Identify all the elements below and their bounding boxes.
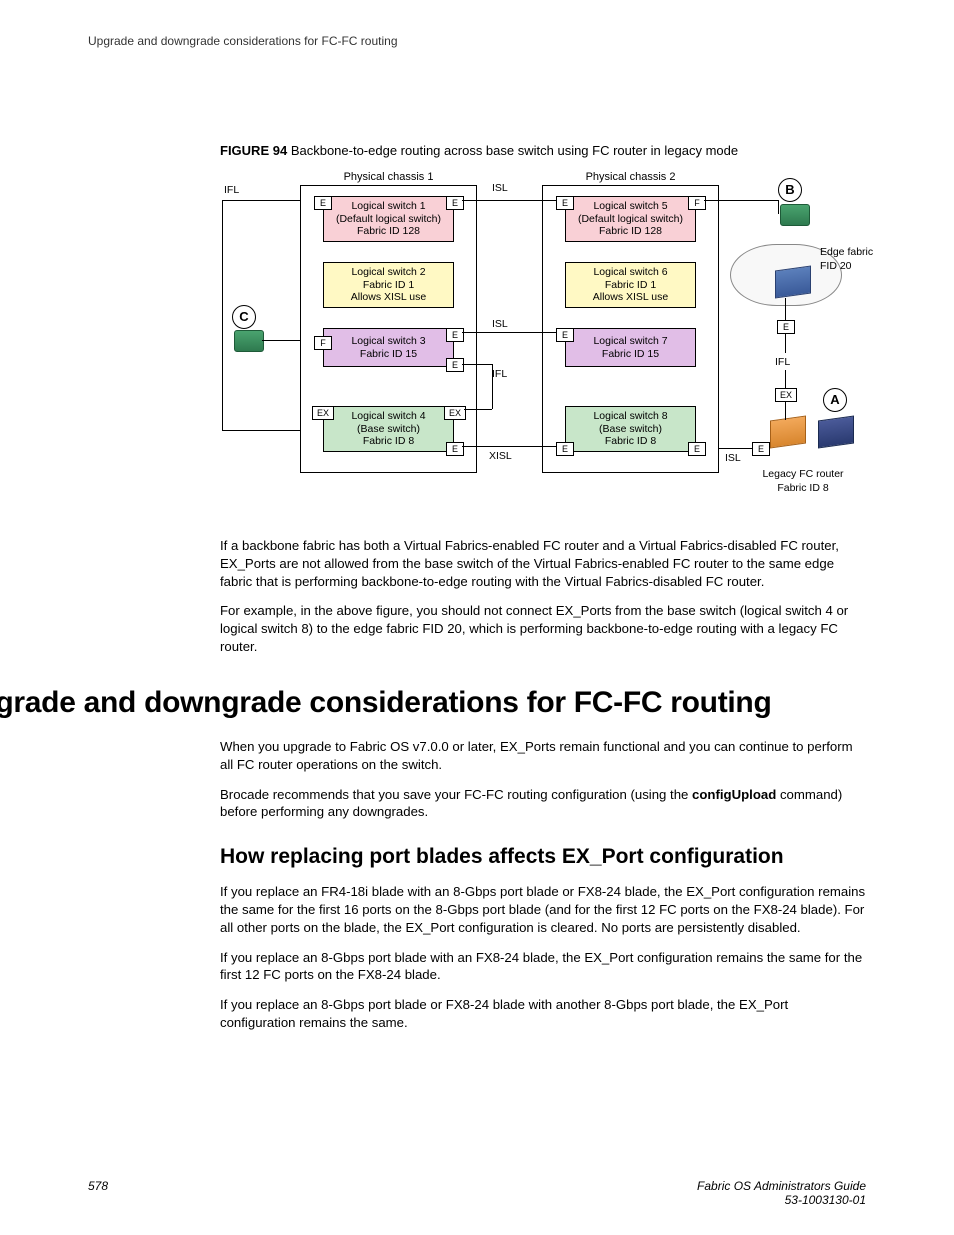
ls3-line1: Logical switch 3 bbox=[324, 335, 453, 348]
page-footer: 578 Fabric OS Administrators Guide 53-10… bbox=[88, 1179, 866, 1207]
legacy-label-2: Fabric ID 8 bbox=[748, 482, 858, 494]
section-content: When you upgrade to Fabric OS v7.0.0 or … bbox=[220, 738, 866, 1032]
chassis-1: Physical chassis 1 Logical switch 1 (Def… bbox=[300, 185, 477, 473]
ls8-line3: Fabric ID 8 bbox=[566, 435, 695, 448]
device-edge-switch bbox=[775, 265, 811, 298]
device-stack-b bbox=[780, 204, 810, 226]
ls1-line1: Logical switch 1 bbox=[324, 200, 453, 213]
port-e: E bbox=[446, 442, 464, 456]
link-ifl-left: IFL bbox=[224, 184, 239, 196]
port-e: E bbox=[446, 358, 464, 372]
footer-doc-info: Fabric OS Administrators Guide 53-100313… bbox=[697, 1179, 866, 1207]
ls4-line3: Fabric ID 8 bbox=[324, 435, 453, 448]
p2-command: configUpload bbox=[692, 787, 776, 802]
port-e: E bbox=[446, 196, 464, 210]
edge-fabric-label-2: FID 20 bbox=[820, 260, 880, 272]
legacy-label-1: Legacy FC router bbox=[748, 468, 858, 480]
device-legacy-router-2 bbox=[818, 415, 854, 448]
ls6-line1: Logical switch 6 bbox=[566, 266, 695, 279]
diagram-canvas: IFL C Physical chassis 1 Logical switch … bbox=[220, 170, 860, 515]
logical-switch-5: Logical switch 5 (Default logical switch… bbox=[565, 196, 696, 242]
ls7-line1: Logical switch 7 bbox=[566, 335, 695, 348]
device-legacy-router-1 bbox=[770, 415, 806, 448]
link-isl-right: ISL bbox=[725, 452, 741, 464]
footer-doc-title: Fabric OS Administrators Guide bbox=[697, 1179, 866, 1193]
port-e-legacy: E bbox=[752, 442, 770, 456]
running-header: Upgrade and downgrade considerations for… bbox=[88, 34, 866, 48]
chassis-2: Physical chassis 2 Logical switch 5 (Def… bbox=[542, 185, 719, 473]
ls4-line2: (Base switch) bbox=[324, 423, 453, 436]
link-xisl: XISL bbox=[489, 450, 512, 462]
ls2-line1: Logical switch 2 bbox=[324, 266, 453, 279]
port-f: F bbox=[314, 336, 332, 350]
footer-doc-id: 53-1003130-01 bbox=[697, 1193, 866, 1207]
logical-switch-4: Logical switch 4 (Base switch) Fabric ID… bbox=[323, 406, 454, 452]
port-f: F bbox=[688, 196, 706, 210]
section-paragraph-4: If you replace an 8-Gbps port blade with… bbox=[220, 949, 866, 985]
figure-diagram: IFL C Physical chassis 1 Logical switch … bbox=[220, 170, 866, 515]
port-e-ext: E bbox=[777, 320, 795, 334]
port-e: E bbox=[314, 196, 332, 210]
logical-switch-8: Logical switch 8 (Base switch) Fabric ID… bbox=[565, 406, 696, 452]
link-ifl-right: IFL bbox=[775, 356, 790, 368]
ls5-line3: Fabric ID 128 bbox=[566, 225, 695, 238]
ls3-line2: Fabric ID 15 bbox=[324, 348, 453, 361]
section-paragraph-3: If you replace an FR4-18i blade with an … bbox=[220, 883, 866, 936]
ls8-line2: (Base switch) bbox=[566, 423, 695, 436]
ls5-line2: (Default logical switch) bbox=[566, 213, 695, 226]
page-number: 578 bbox=[88, 1179, 108, 1207]
logical-switch-2: Logical switch 2 Fabric ID 1 Allows XISL… bbox=[323, 262, 454, 308]
link-isl-1: ISL bbox=[492, 182, 508, 194]
ls1-line3: Fabric ID 128 bbox=[324, 225, 453, 238]
edge-fabric-label-1: Edge fabric bbox=[820, 246, 880, 258]
logical-switch-3: Logical switch 3 Fabric ID 15 bbox=[323, 328, 454, 367]
logical-switch-1: Logical switch 1 (Default logical switch… bbox=[323, 196, 454, 242]
ls7-line2: Fabric ID 15 bbox=[566, 348, 695, 361]
figure-number: FIGURE 94 bbox=[220, 143, 287, 158]
section-heading: Upgrade and downgrade considerations for… bbox=[0, 686, 866, 720]
chassis-2-label: Physical chassis 2 bbox=[543, 171, 718, 183]
ls8-line1: Logical switch 8 bbox=[566, 410, 695, 423]
body-paragraph-1: If a backbone fabric has both a Virtual … bbox=[220, 537, 866, 590]
port-ex: EX bbox=[444, 406, 466, 420]
figure-caption-text: Backbone-to-edge routing across base swi… bbox=[291, 143, 738, 158]
section-paragraph-5: If you replace an 8-Gbps port blade or F… bbox=[220, 996, 866, 1032]
port-ex-ext: EX bbox=[775, 388, 797, 402]
body-paragraph-2: For example, in the above figure, you sh… bbox=[220, 602, 866, 655]
link-ifl-mid: IFL bbox=[492, 368, 507, 380]
marker-a: A bbox=[823, 388, 847, 412]
page: Upgrade and downgrade considerations for… bbox=[0, 0, 954, 1235]
port-e: E bbox=[556, 196, 574, 210]
logical-switch-7: Logical switch 7 Fabric ID 15 bbox=[565, 328, 696, 367]
section-paragraph-1: When you upgrade to Fabric OS v7.0.0 or … bbox=[220, 738, 866, 774]
section-paragraph-2: Brocade recommends that you save your FC… bbox=[220, 786, 866, 822]
port-e: E bbox=[556, 328, 574, 342]
marker-c: C bbox=[232, 305, 256, 329]
marker-b: B bbox=[778, 178, 802, 202]
p2-part-a: Brocade recommends that you save your FC… bbox=[220, 787, 692, 802]
content-column: FIGURE 94 Backbone-to-edge routing acros… bbox=[220, 143, 866, 656]
port-e: E bbox=[446, 328, 464, 342]
ls4-line1: Logical switch 4 bbox=[324, 410, 453, 423]
link-isl-2: ISL bbox=[492, 318, 508, 330]
ls2-line2: Fabric ID 1 bbox=[324, 279, 453, 292]
logical-switch-6: Logical switch 6 Fabric ID 1 Allows XISL… bbox=[565, 262, 696, 308]
figure-caption: FIGURE 94 Backbone-to-edge routing acros… bbox=[220, 143, 866, 158]
port-e: E bbox=[688, 442, 706, 456]
port-ex: EX bbox=[312, 406, 334, 420]
ls5-line1: Logical switch 5 bbox=[566, 200, 695, 213]
ls1-line2: (Default logical switch) bbox=[324, 213, 453, 226]
subsection-heading: How replacing port blades affects EX_Por… bbox=[220, 845, 866, 869]
ls2-line3: Allows XISL use bbox=[324, 291, 453, 304]
device-stack-c bbox=[234, 330, 264, 352]
chassis-1-label: Physical chassis 1 bbox=[301, 171, 476, 183]
ls6-line2: Fabric ID 1 bbox=[566, 279, 695, 292]
port-e: E bbox=[556, 442, 574, 456]
ls6-line3: Allows XISL use bbox=[566, 291, 695, 304]
